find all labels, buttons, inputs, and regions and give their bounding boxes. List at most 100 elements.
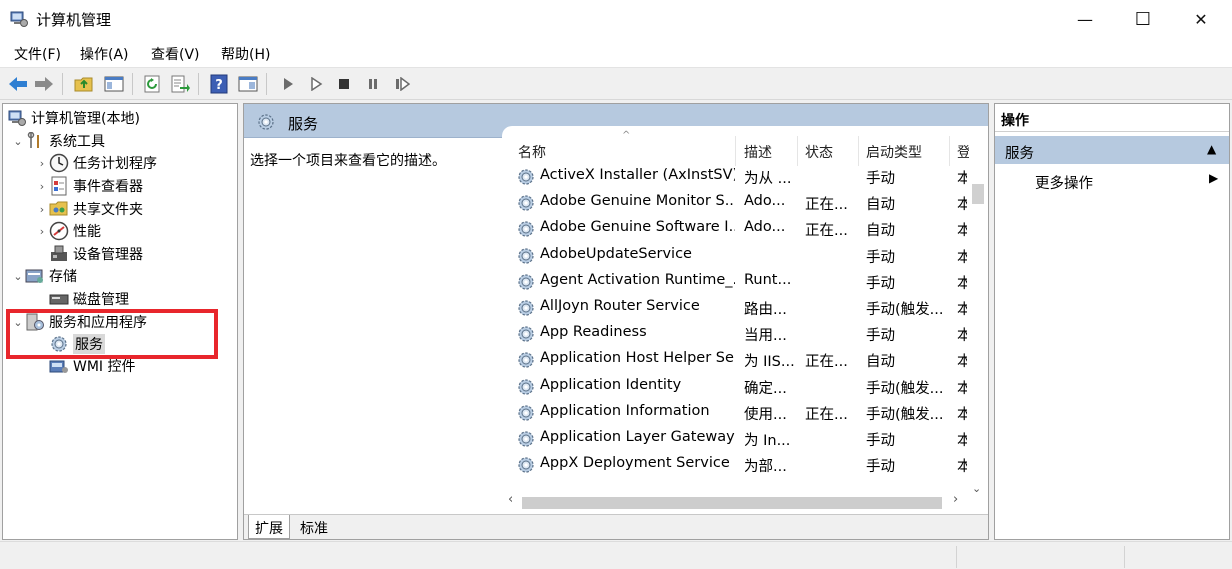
restart-service-button[interactable]: [390, 72, 414, 96]
event-viewer-icon: [49, 176, 69, 196]
collapse-up-icon[interactable]: ▲: [1207, 142, 1216, 156]
service-logon: 本: [957, 429, 967, 450]
table-row[interactable]: ActiveX Installer (AxInstSV) 为从 ... 手动 本: [502, 164, 988, 190]
tree-item-event-viewer[interactable]: › 事件查看器: [35, 175, 143, 197]
column-divider[interactable]: [949, 136, 950, 166]
service-startup-type: 手动(触发...: [866, 302, 944, 318]
service-logon: 本: [957, 350, 967, 371]
service-description: 为部...: [744, 459, 787, 476]
start-service-alt-button[interactable]: [304, 72, 328, 96]
service-name: ActiveX Installer (AxInstSV): [540, 167, 735, 183]
table-row[interactable]: AllJoyn Router Service 路由... 手动(触发... 本: [502, 295, 988, 321]
service-startup-type: 手动(触发...: [866, 406, 944, 423]
table-row[interactable]: Application Host Helper Se... 为 IIS... 正在.…: [502, 347, 988, 373]
back-button[interactable]: [6, 72, 30, 96]
maximize-icon: ☐: [1134, 8, 1152, 30]
column-divider[interactable]: [797, 136, 798, 166]
service-name: Agent Activation Runtime_...: [540, 271, 735, 288]
start-service-button[interactable]: [276, 72, 300, 96]
gear-icon: [516, 219, 536, 239]
scroll-left-icon[interactable]: ‹: [508, 492, 513, 507]
column-name[interactable]: 名称: [518, 142, 546, 162]
gear-icon: [516, 377, 536, 397]
service-name: AdobeUpdateService: [540, 245, 692, 262]
table-row[interactable]: Application Information 使用... 正在... 手动(触发..…: [502, 400, 988, 426]
maximize-button[interactable]: ☐: [1114, 0, 1172, 38]
service-description: 当用...: [744, 328, 787, 345]
menu-view[interactable]: 查看(V): [151, 44, 200, 64]
tree-item-system-tools[interactable]: ⌄ 系统工具: [11, 130, 105, 152]
scroll-down-icon[interactable]: ⌄: [972, 482, 981, 495]
description-text: 选择一个项目来查看它的描述。: [250, 153, 446, 169]
tree-item-performance[interactable]: › 性能: [35, 220, 101, 242]
tree-item-disk-management[interactable]: 磁盘管理: [49, 288, 129, 310]
export-list-icon: [171, 75, 190, 93]
stop-service-button[interactable]: [332, 72, 356, 96]
tree-item-storage[interactable]: ⌄ 存储: [11, 265, 77, 287]
service-description: 为 IIS...: [744, 354, 795, 371]
tree-item-device-manager[interactable]: 设备管理器: [49, 243, 143, 265]
actions-section-services[interactable]: 服务 ▲: [995, 136, 1229, 164]
tree-item-root[interactable]: 计算机管理(本地): [7, 107, 140, 129]
gear-icon: [516, 324, 536, 344]
toolbar-separator: [132, 73, 133, 95]
column-logon[interactable]: 登: [957, 142, 969, 162]
chevron-down-icon[interactable]: ⌄: [11, 270, 25, 283]
tab-standard[interactable]: 标准: [294, 515, 334, 539]
tree-item-shared-folders[interactable]: › 共享文件夹: [35, 198, 143, 220]
table-row[interactable]: Adobe Genuine Software I... Ado... 正在... 自动…: [502, 216, 988, 242]
up-one-level-button[interactable]: [72, 72, 96, 96]
close-button[interactable]: ✕: [1172, 0, 1230, 38]
highlight-annotation: [6, 309, 218, 359]
service-logon: 本: [957, 298, 967, 319]
service-name: AllJoyn Router Service: [540, 298, 700, 314]
properties-button[interactable]: [236, 72, 260, 96]
pause-service-button[interactable]: [361, 72, 385, 96]
show-hide-tree-icon: [104, 76, 124, 92]
refresh-button[interactable]: [141, 72, 165, 96]
horizontal-scrollbar[interactable]: ‹ ›: [502, 492, 972, 510]
minimize-button[interactable]: —: [1056, 0, 1114, 38]
navigation-tree: 计算机管理(本地) ⌄ 系统工具 › 任务计划程序 › 事件查看器 › 共享文件…: [2, 103, 238, 540]
more-actions-item[interactable]: 更多操作 ▶: [995, 168, 1229, 194]
chevron-right-icon[interactable]: ›: [35, 225, 49, 238]
menu-file[interactable]: 文件(F): [14, 44, 61, 64]
service-startup-type: 手动: [866, 459, 895, 476]
svg-text:?: ?: [215, 78, 223, 93]
table-row[interactable]: App Readiness 当用... 手动 本: [502, 321, 988, 347]
table-row[interactable]: Adobe Genuine Monitor S... Ado... 正在... 自动 本: [502, 190, 988, 216]
chevron-right-icon[interactable]: ›: [35, 203, 49, 216]
forward-button[interactable]: [32, 72, 56, 96]
gear-icon: [516, 272, 536, 292]
tree-item-task-scheduler[interactable]: › 任务计划程序: [35, 152, 157, 174]
show-hide-tree-button[interactable]: [102, 72, 126, 96]
services-list: ^ 名称 描述 状态 启动类型 登 ActiveX Installer (AxI…: [502, 126, 988, 516]
vertical-scrollbar[interactable]: ⌄: [968, 164, 986, 495]
table-row[interactable]: Application Identity 确定... 手动(触发... 本: [502, 374, 988, 400]
chevron-right-icon[interactable]: ›: [35, 180, 49, 193]
column-divider[interactable]: [735, 136, 736, 166]
column-status[interactable]: 状态: [805, 142, 833, 162]
pause-service-icon: [369, 79, 377, 89]
scroll-thumb[interactable]: [522, 497, 942, 509]
menu-action[interactable]: 操作(A): [80, 44, 129, 64]
column-divider[interactable]: [858, 136, 859, 166]
chevron-right-icon[interactable]: ›: [35, 157, 49, 170]
title-bar: 计算机管理 — ☐ ✕: [0, 0, 1232, 38]
scroll-thumb[interactable]: [972, 184, 984, 204]
menu-help[interactable]: 帮助(H): [221, 44, 270, 64]
column-description[interactable]: 描述: [744, 142, 772, 162]
scroll-right-icon[interactable]: ›: [953, 492, 958, 507]
service-startup-type: 手动: [866, 275, 895, 292]
table-row[interactable]: AdobeUpdateService 手动 本: [502, 243, 988, 269]
chevron-down-icon[interactable]: ⌄: [11, 135, 25, 148]
services-title: 服务: [288, 115, 319, 133]
table-row[interactable]: Application Layer Gateway ... 为 In... 手动 本: [502, 426, 988, 452]
table-row[interactable]: Agent Activation Runtime_... Runt... 手动 本: [502, 269, 988, 295]
column-startup-type[interactable]: 启动类型: [866, 142, 922, 162]
export-list-button[interactable]: [168, 72, 192, 96]
table-row[interactable]: AppX Deployment Service ... 为部... 手动 本: [502, 452, 988, 478]
tree-item-label: WMI 控件: [73, 359, 136, 375]
help-button[interactable]: ?: [207, 72, 231, 96]
tab-extended[interactable]: 扩展: [248, 515, 290, 539]
